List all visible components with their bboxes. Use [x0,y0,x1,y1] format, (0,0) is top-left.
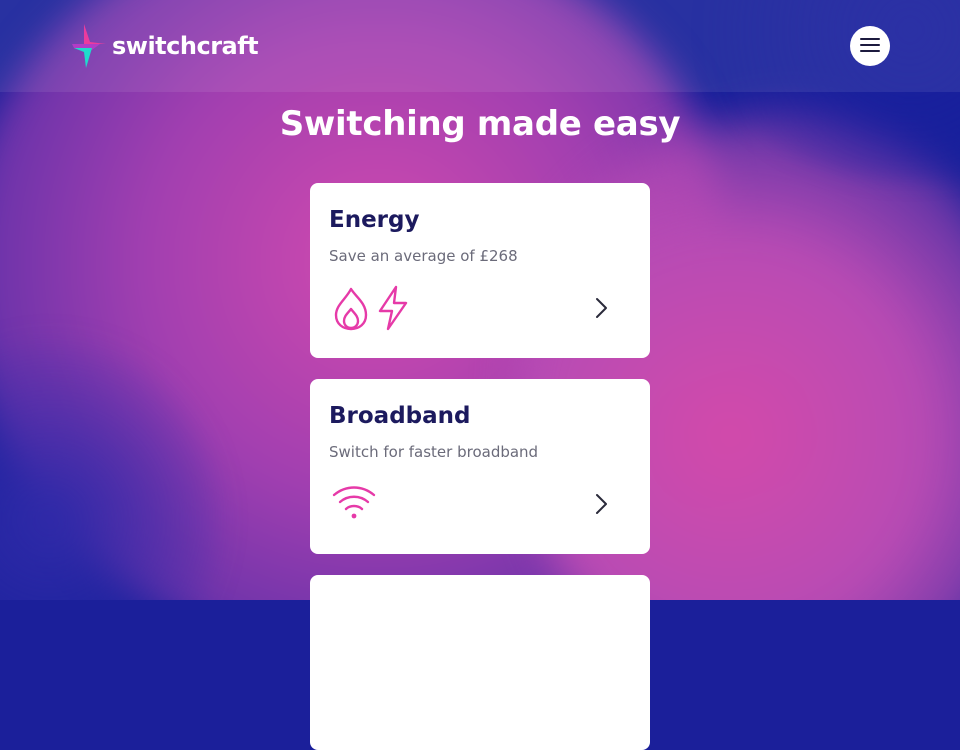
energy-card[interactable]: Energy Save an average of £268 [310,183,650,358]
card-subtitle: Save an average of £268 [329,247,518,265]
next-service-card[interactable] [310,575,650,750]
card-title: Energy [329,207,420,233]
chevron-right-icon [594,297,608,323]
card-subtitle: Switch for faster broadband [329,443,539,461]
page-headline: Switching made easy [279,104,681,144]
wifi-icon [332,483,376,523]
hamburger-menu-icon [860,37,880,55]
flame-icon [332,285,370,331]
broadband-card[interactable]: Broadband Switch for faster broadband [310,379,650,554]
chevron-right-icon [594,493,608,519]
brand-logo[interactable]: switchcraft [70,24,259,68]
lightning-bolt-icon [374,285,412,331]
menu-button[interactable] [850,26,890,66]
brand-name: switchcraft [112,32,259,60]
switchcraft-logo-icon [70,24,106,68]
card-title: Broadband [329,403,471,429]
